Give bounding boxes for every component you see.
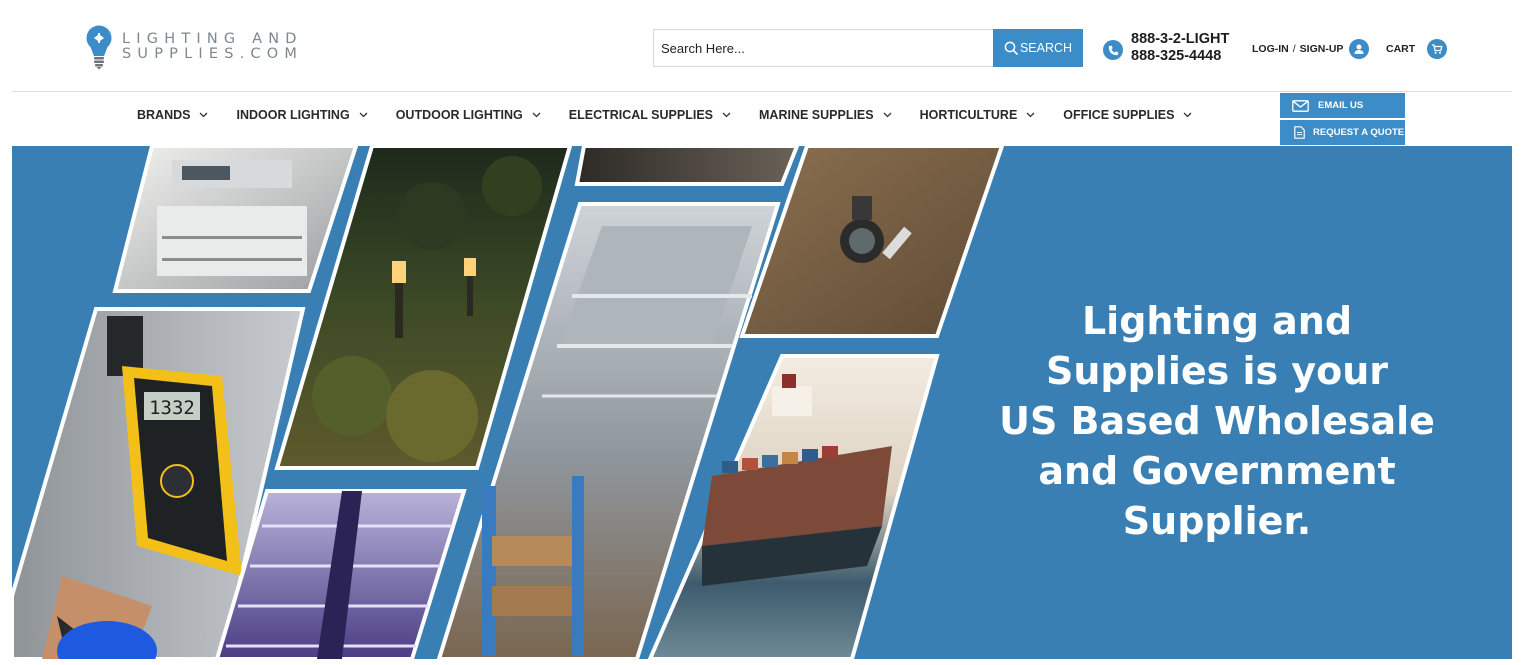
logo-wordmark: LIGHTING AND SUPPLIES.COM [122, 32, 303, 62]
account-separator: / [1292, 43, 1296, 55]
phone-vanity-number[interactable]: 888-3-2-LIGHT [1131, 31, 1229, 48]
main-navigation: BRANDS INDOOR LIGHTING OUTDOOR LIGHTING … [137, 108, 1192, 122]
search-bar: SEARCH [653, 29, 1083, 67]
login-link[interactable]: LOG-IN [1252, 43, 1289, 55]
header-divider [12, 91, 1512, 92]
cart-icon [1427, 39, 1448, 59]
email-us-button[interactable]: EMAIL US [1280, 93, 1405, 118]
chevron-down-icon [359, 112, 368, 118]
cart-label: CART [1386, 43, 1416, 55]
hero-headline-line: US Based Wholesale [999, 399, 1435, 443]
chevron-down-icon [1026, 112, 1035, 118]
cart-link[interactable]: CART [1386, 39, 1448, 59]
hero-headline-line: and Government [1038, 449, 1396, 493]
hero-banner[interactable]: 1332 Lighting and Supplies is your US Ba… [12, 146, 1512, 659]
document-icon [1294, 126, 1305, 139]
nav-item-electrical-supplies[interactable]: ELECTRICAL SUPPLIES [569, 108, 731, 122]
request-quote-button[interactable]: REQUEST A QUOTE [1280, 120, 1405, 145]
nav-item-label: ELECTRICAL SUPPLIES [568, 108, 713, 122]
chevron-down-icon [1183, 112, 1192, 118]
nav-item-label: HORTICULTURE [919, 108, 1018, 122]
quick-actions: EMAIL US REQUEST A QUOTE [1280, 93, 1405, 145]
signup-link[interactable]: SIGN-UP [1300, 43, 1344, 55]
search-icon [1004, 41, 1018, 55]
account-links: LOG-IN / SIGN-UP [1252, 39, 1370, 59]
search-button[interactable]: SEARCH [993, 29, 1083, 67]
hero-headline-line: Supplies is your [1045, 349, 1389, 393]
request-quote-label: REQUEST A QUOTE [1313, 127, 1405, 138]
chevron-down-icon [200, 112, 208, 118]
phone-icon [1103, 40, 1123, 60]
user-icon[interactable] [1349, 39, 1370, 59]
nav-item-label: OUTDOOR LIGHTING [395, 108, 523, 122]
phone-number[interactable]: 888-325-4448 [1131, 48, 1229, 65]
multimeter-reading: 1332 [149, 397, 195, 419]
site-logo[interactable]: LIGHTING AND SUPPLIES.COM [84, 24, 303, 70]
nav-item-label: BRANDS [137, 108, 191, 122]
chevron-down-icon [532, 112, 541, 118]
nav-item-label: MARINE SUPPLIES [759, 108, 874, 122]
phone-contact[interactable]: 888-3-2-LIGHT 888-325-4448 [1103, 31, 1229, 65]
envelope-icon [1292, 99, 1309, 112]
email-us-label: EMAIL US [1318, 100, 1364, 111]
nav-item-marine-supplies[interactable]: MARINE SUPPLIES [759, 108, 892, 122]
nav-item-label: OFFICE SUPPLIES [1063, 108, 1175, 122]
nav-item-outdoor-lighting[interactable]: OUTDOOR LIGHTING [396, 108, 541, 122]
nav-item-horticulture[interactable]: HORTICULTURE [920, 108, 1036, 122]
nav-item-brands[interactable]: BRANDS [137, 108, 208, 122]
hero-headline-line: Lighting and [1081, 299, 1353, 343]
search-button-label: SEARCH [1019, 41, 1073, 55]
nav-item-indoor-lighting[interactable]: INDOOR LIGHTING [236, 108, 368, 122]
hero-headline-line: Supplier. [1122, 499, 1312, 543]
chevron-down-icon [883, 112, 892, 118]
nav-item-office-supplies[interactable]: OFFICE SUPPLIES [1063, 108, 1192, 122]
chevron-down-icon [722, 112, 731, 118]
hero-headline: Lighting and Supplies is your US Based W… [972, 296, 1462, 546]
site-header: LIGHTING AND SUPPLIES.COM SEARCH 888-3-2… [0, 0, 1524, 92]
nav-item-label: INDOOR LIGHTING [236, 108, 350, 122]
lightbulb-logo-icon [86, 25, 112, 70]
logo-line-1: LIGHTING AND [122, 31, 303, 47]
search-input[interactable] [653, 29, 993, 67]
logo-line-2: SUPPLIES.COM [122, 46, 304, 62]
